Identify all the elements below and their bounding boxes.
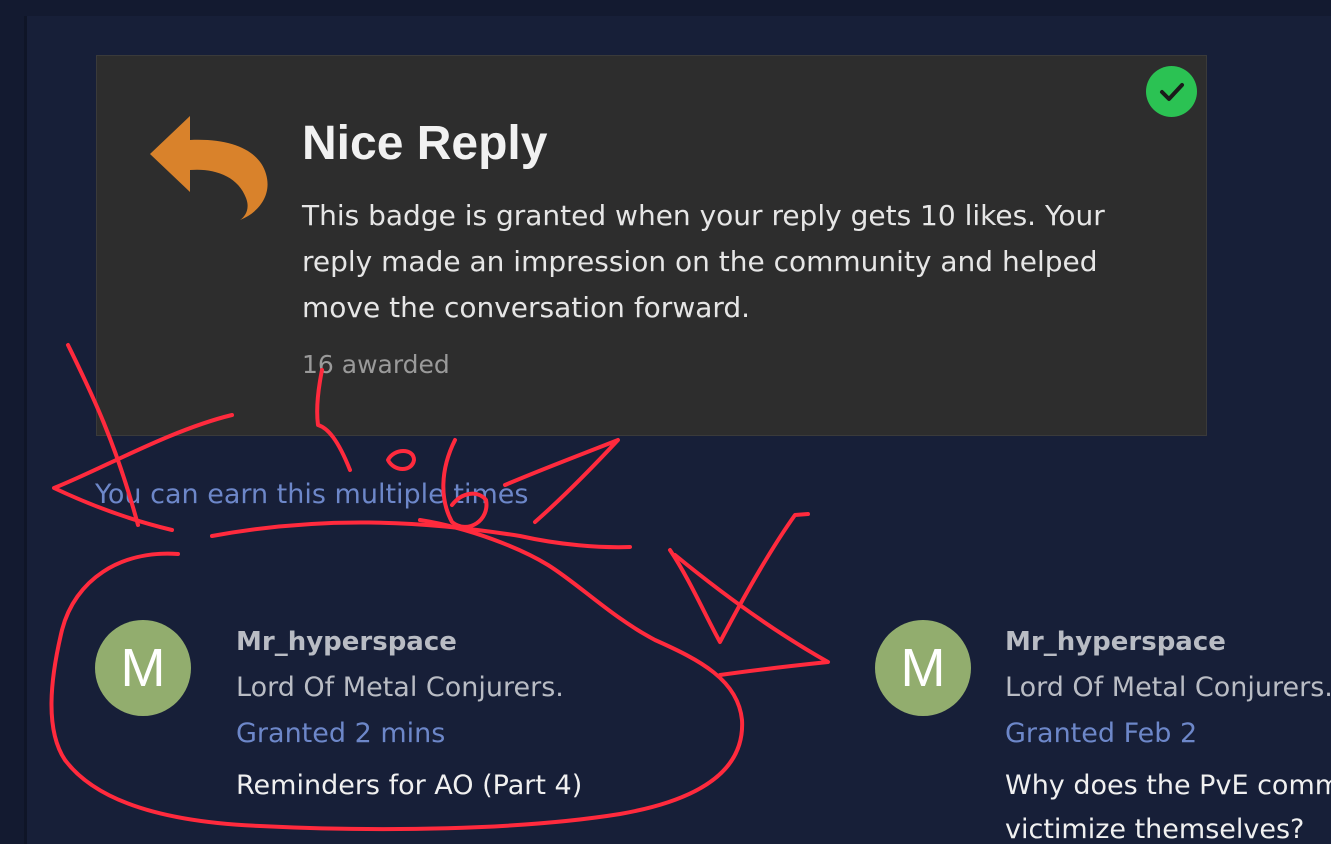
annotation-check-mark [668, 512, 810, 644]
badge-page: Nice Reply This badge is granted when yo… [0, 0, 1331, 844]
granted-time-link[interactable]: Granted 2 mins [236, 714, 445, 754]
top-bar [0, 0, 1331, 16]
username-link[interactable]: Mr_hyperspace [1005, 622, 1226, 662]
avatar[interactable]: M [875, 620, 971, 716]
reply-arrow-icon [150, 116, 268, 220]
user-title: Lord Of Metal Conjurers. [236, 672, 564, 703]
badge-awarded-count: 16 awarded [302, 350, 450, 379]
username-link[interactable]: Mr_hyperspace [236, 622, 457, 662]
granted-check-icon [1146, 66, 1197, 117]
annotation-underline [210, 520, 632, 550]
badge-title: Nice Reply [302, 117, 548, 170]
granted-time-link[interactable]: Granted Feb 2 [1005, 714, 1197, 754]
topic-link[interactable]: Reminders for AO (Part 4) [236, 764, 756, 808]
left-sidebar-edge [0, 16, 27, 844]
avatar[interactable]: M [95, 620, 191, 716]
user-title: Lord Of Metal Conjurers. [1005, 672, 1331, 703]
annotation-check-mark [673, 553, 830, 677]
badge-description: This badge is granted when your reply ge… [302, 199, 1105, 324]
topic-link[interactable]: Why does the PvE community victimize the… [1005, 764, 1331, 844]
annotation-number-stroke [386, 449, 416, 471]
earn-multiple-note: You can earn this multiple times [95, 479, 529, 510]
